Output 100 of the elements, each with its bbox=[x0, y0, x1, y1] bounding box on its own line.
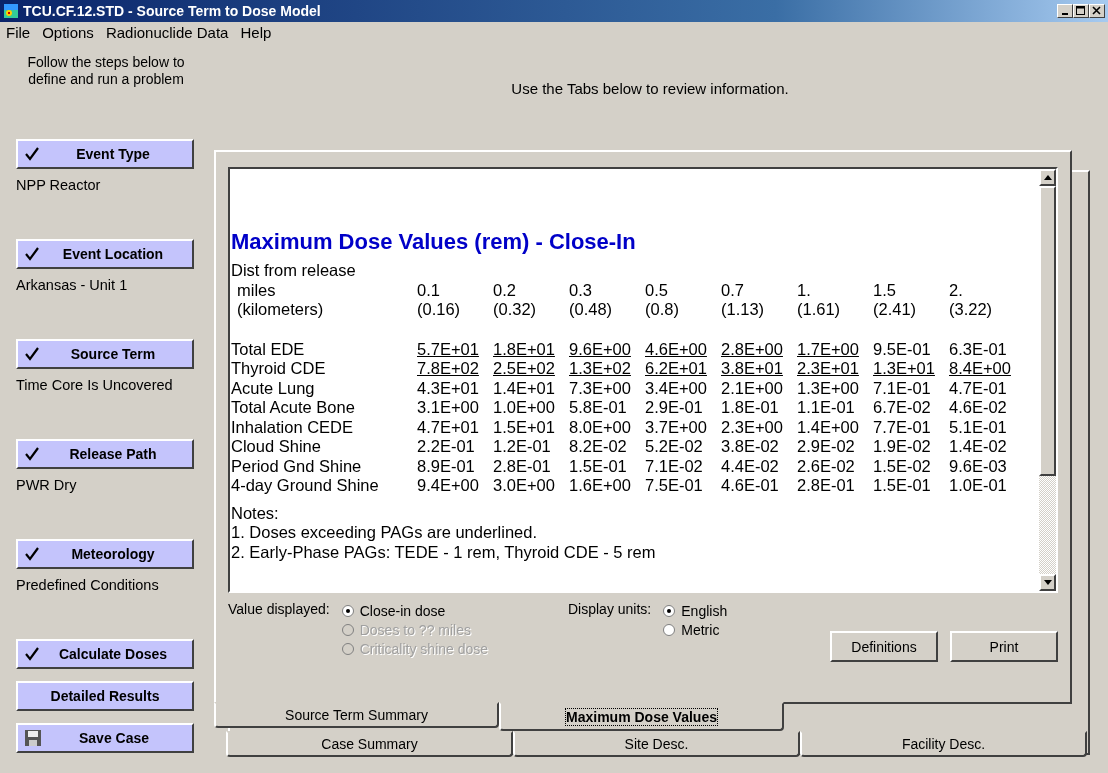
window-title: TCU.CF.12.STD - Source Term to Dose Model bbox=[23, 3, 321, 19]
note-text: 1. Doses exceeding PAGs are underlined. bbox=[231, 523, 539, 543]
scroll-down-icon[interactable] bbox=[1043, 580, 1052, 585]
table-cell-text: 4.3E+01 bbox=[417, 378, 480, 398]
table-cell-text: (3.22) bbox=[949, 300, 994, 320]
radio-button[interactable] bbox=[663, 623, 676, 636]
table-cell: 1.7E+00 bbox=[797, 339, 873, 359]
table-cell: 2.5E+02 bbox=[493, 359, 569, 379]
table-cell-text: (1.61) bbox=[797, 300, 842, 320]
close-button[interactable] bbox=[1089, 4, 1105, 18]
step-button[interactable]: Release Path bbox=[16, 439, 194, 469]
report-title: Maximum Dose Values (rem) - Close-In bbox=[231, 229, 637, 255]
step-status: Time Core Is Uncovered bbox=[16, 377, 174, 393]
table-row-label: 4-day Ground Shine bbox=[231, 476, 417, 496]
minimize-button[interactable] bbox=[1057, 4, 1073, 18]
table-cell-text: (0.16) bbox=[417, 300, 462, 320]
action-button[interactable]: Print bbox=[950, 631, 1058, 662]
step-button[interactable]: Event Type bbox=[16, 139, 194, 169]
table-cell: 1.5E+01 bbox=[493, 417, 569, 437]
radio-option[interactable]: Close-in dose bbox=[341, 601, 489, 620]
notes-heading: Notes: bbox=[231, 503, 280, 523]
table-cell: 7.7E-01 bbox=[873, 417, 949, 437]
scrollbar[interactable] bbox=[1039, 169, 1056, 591]
table-cell-text: 2.9E-02 bbox=[797, 437, 856, 457]
table-cell-text: 4.6E-02 bbox=[949, 398, 1008, 418]
table-cell: 1.8E+01 bbox=[493, 339, 569, 359]
table-cell: 7.1E-01 bbox=[873, 378, 949, 398]
table-cell-text: 1.4E-02 bbox=[949, 437, 1008, 457]
table-cell-text: 1.0E-01 bbox=[949, 476, 1008, 496]
menu-item[interactable]: Radionuclide Data bbox=[104, 23, 230, 41]
table-cell: 3.4E+00 bbox=[645, 378, 721, 398]
action-button[interactable]: Definitions bbox=[830, 631, 938, 662]
tab[interactable]: Source Term Summary bbox=[214, 702, 499, 728]
table-row-label: Cloud Shine bbox=[231, 437, 417, 457]
table-cell-text: 6.3E-01 bbox=[949, 339, 1008, 359]
step-button[interactable]: Source Term bbox=[16, 339, 194, 369]
table-cell-text: 4.7E-01 bbox=[949, 378, 1008, 398]
radio-option[interactable]: English bbox=[663, 601, 728, 620]
table-cell: 1.0E+00 bbox=[493, 398, 569, 418]
table-cell: 6.2E+01 bbox=[645, 359, 721, 379]
radio-button[interactable] bbox=[341, 604, 354, 617]
step-status: Predefined Conditions bbox=[16, 577, 160, 593]
table-cell: 5.7E+01 bbox=[417, 339, 493, 359]
table-row-label: Acute Lung bbox=[231, 378, 417, 398]
tab[interactable]: Site Desc. bbox=[513, 731, 800, 757]
table-cell: 1.5 bbox=[873, 280, 949, 300]
table-cell: 9.6E+00 bbox=[569, 339, 645, 359]
table-row-label: Inhalation CEDE bbox=[231, 417, 417, 437]
table-cell: 6.7E-02 bbox=[873, 398, 949, 418]
step-button[interactable]: Meteorology bbox=[16, 539, 194, 569]
table-cell-text: 1.8E-01 bbox=[721, 398, 780, 418]
minimize-icon bbox=[1062, 12, 1068, 15]
tab[interactable]: Facility Desc. bbox=[800, 731, 1087, 757]
table-row-label: (kilometers) bbox=[236, 300, 325, 320]
table-row-label: Dist from release bbox=[231, 261, 357, 281]
step-button[interactable]: Event Location bbox=[16, 239, 194, 269]
table-cell: 7.1E-02 bbox=[645, 456, 721, 476]
table-cell-text: 8.4E+00 bbox=[949, 359, 1012, 379]
scroll-thumb[interactable] bbox=[1039, 186, 1056, 476]
table-row-label: Total EDE bbox=[231, 339, 417, 359]
table-cell: 3.8E-02 bbox=[721, 437, 797, 457]
table-cell: 1.3E+01 bbox=[873, 359, 949, 379]
note-text: 2. Early-Phase PAGs: TEDE - 1 rem, Thyroid CDE - 5 rem bbox=[231, 542, 657, 562]
table-cell: 0.1 bbox=[417, 280, 493, 300]
table-cell-text: 1.9E-02 bbox=[873, 437, 932, 457]
table-cell: 9.5E-01 bbox=[873, 339, 949, 359]
table-cell: 8.9E-01 bbox=[417, 456, 493, 476]
table-cell: 7.8E+02 bbox=[417, 359, 493, 379]
table-row-label: miles bbox=[231, 280, 417, 300]
table-cell-text: 2.3E+00 bbox=[721, 417, 784, 437]
table-cell-text: (0.8) bbox=[645, 300, 680, 320]
table-cell-text: 2.2E-01 bbox=[417, 437, 476, 457]
table-cell: 3.7E+00 bbox=[645, 417, 721, 437]
radio-option[interactable]: Metric bbox=[663, 620, 728, 639]
table-cell: 1.1E-01 bbox=[797, 398, 873, 418]
scroll-up-icon[interactable] bbox=[1043, 175, 1052, 180]
close-icon bbox=[1092, 6, 1102, 16]
table-cell-text: 4.7E+01 bbox=[417, 417, 480, 437]
table-cell-text: 2.6E-02 bbox=[797, 456, 856, 476]
menu-item[interactable]: File bbox=[5, 23, 32, 41]
table-cell-text: 1. bbox=[797, 280, 812, 300]
table-cell: 3.8E+01 bbox=[721, 359, 797, 379]
menu-item[interactable]: Help bbox=[239, 23, 273, 41]
step-button[interactable]: Calculate Doses bbox=[16, 639, 194, 669]
radio-button[interactable] bbox=[663, 604, 676, 617]
instruction-text: Use the Tabs below to review information. bbox=[510, 79, 790, 99]
table-cell: 1.5E-02 bbox=[873, 456, 949, 476]
save-case-button[interactable]: Save Case bbox=[16, 723, 194, 753]
step-button[interactable]: Detailed Results bbox=[16, 681, 194, 711]
table-cell: 7.3E+00 bbox=[569, 378, 645, 398]
menu-item[interactable]: Options bbox=[41, 23, 95, 41]
maximize-button[interactable] bbox=[1073, 4, 1089, 18]
table-cell: 8.0E+00 bbox=[569, 417, 645, 437]
tab[interactable]: Maximum Dose Values bbox=[499, 702, 784, 731]
table-cell-text: 2.8E-01 bbox=[797, 476, 856, 496]
table-cell-text: 3.1E+00 bbox=[417, 398, 480, 418]
tab[interactable]: Case Summary bbox=[226, 731, 513, 757]
table-cell-text: 3.0E+00 bbox=[493, 476, 556, 496]
table-cell: 4.4E-02 bbox=[721, 456, 797, 476]
table-cell: 5.2E-02 bbox=[645, 437, 721, 457]
